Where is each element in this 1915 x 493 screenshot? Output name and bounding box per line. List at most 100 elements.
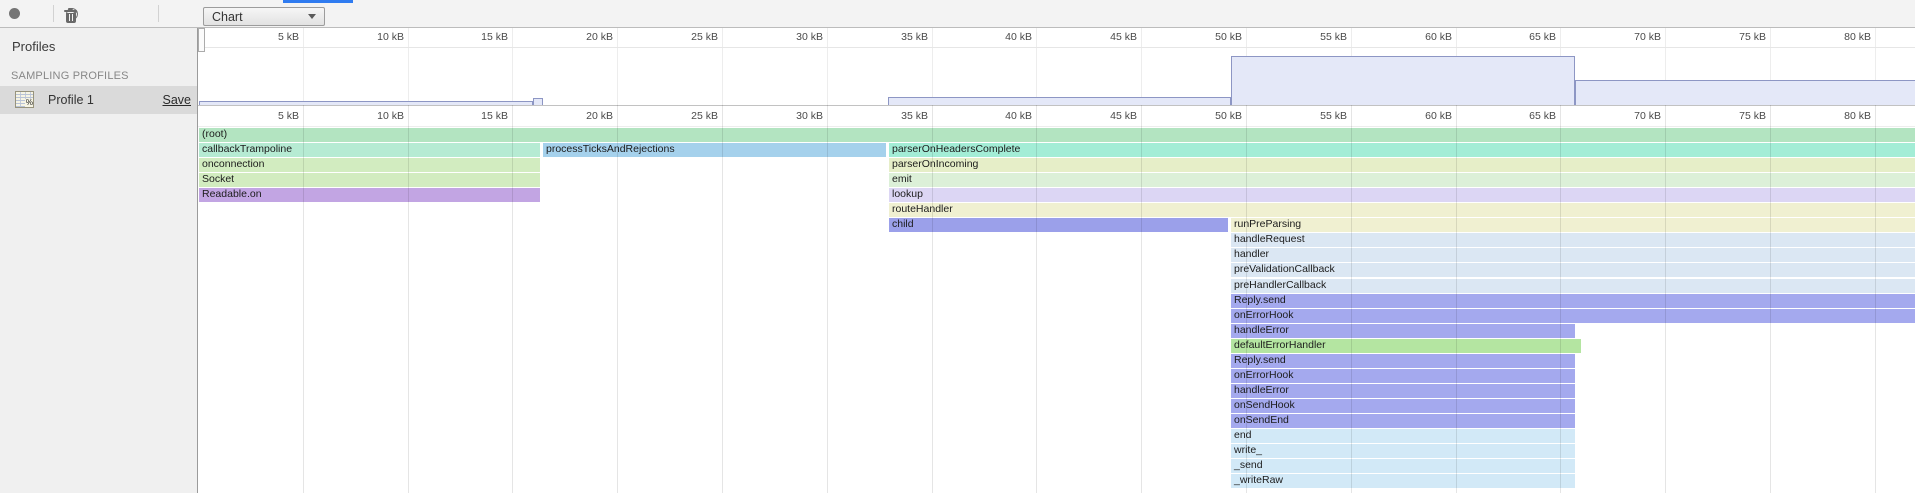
flame-bar[interactable]: routeHandler [889,203,1915,217]
flame-bar[interactable]: handler [1231,248,1915,262]
flame-bar-label: parserOnIncoming [892,158,978,170]
flame-bar[interactable]: onErrorHook [1231,309,1915,323]
flame-bar-label: handler [1234,248,1269,260]
gridline [722,28,723,105]
flame-bar-label: parserOnHeadersComplete [892,143,1020,155]
flame-bar-label: processTicksAndRejections [546,143,675,155]
ruler-tick-label: 65 kB [1496,110,1556,123]
flame-bar-label: _writeRaw [1234,474,1283,486]
flame-bar[interactable]: runPreParsing [1231,218,1915,232]
flame-bar-label: (root) [202,128,227,140]
ruler-tick-label: 20 kB [553,31,613,44]
ruler-tick-label: 5 kB [239,31,299,44]
ruler-tick-label: 25 kB [658,110,718,123]
flame-bar[interactable]: Readable.on [199,188,540,202]
profile-document-icon: % [15,91,34,108]
flame-bar-label: Reply.send [1234,294,1286,306]
flame-bar[interactable]: _send [1231,459,1575,473]
profile-name: Profile 1 [48,93,94,107]
ruler-tick-label: 30 kB [763,110,823,123]
gridline [932,28,933,105]
ruler-tick-label: 75 kB [1706,110,1766,123]
sidebar-title: Profiles [12,39,55,54]
flame-bar[interactable]: preHandlerCallback [1231,279,1915,293]
record-heap-profile-button[interactable] [9,8,20,19]
flame-bar[interactable]: parserOnIncoming [889,158,1915,172]
flame-bar-label: preValidationCallback [1234,263,1335,275]
flame-bar[interactable]: child [889,218,1228,232]
flame-bar-label: _send [1234,459,1263,471]
active-tab-indicator [283,0,353,3]
flame-bar[interactable]: write_ [1231,444,1575,458]
flame-bar-label: end [1234,429,1252,441]
flame-bar[interactable]: preValidationCallback [1231,263,1915,277]
toolbar-separator [53,5,54,22]
flame-bar-label: Readable.on [202,188,262,200]
gridline [408,28,409,105]
flame-bar[interactable]: lookup [889,188,1915,202]
ruler-tick-label: 50 kB [1182,110,1242,123]
ruler-tick-label: 70 kB [1601,110,1661,123]
profiles-sidebar: Profiles SAMPLING PROFILES % Profile 1 S… [0,27,198,493]
flame-bar[interactable]: handleError [1231,384,1575,398]
flame-bar[interactable]: onSendEnd [1231,414,1575,428]
toolbar-separator [158,5,159,22]
flame-bar[interactable]: emit [889,173,1915,187]
flame-bar[interactable]: onconnection [199,158,540,172]
flame-bar-label: callbackTrampoline [202,143,292,155]
flame-bar-label: runPreParsing [1234,218,1301,230]
ruler-tick-label: 50 kB [1182,31,1242,44]
ruler-tick-label: 45 kB [1077,110,1137,123]
flame-bar[interactable]: onSendHook [1231,399,1575,413]
flame-bar[interactable]: Reply.send [1231,294,1915,308]
flame-bar[interactable]: defaultErrorHandler [1231,339,1581,353]
overview-left-handle[interactable] [198,28,205,52]
flame-bar-label: preHandlerCallback [1234,279,1326,291]
flame-bar[interactable]: handleError [1231,324,1575,338]
save-profile-link[interactable]: Save [163,93,192,107]
ruler-tick-label: 70 kB [1601,31,1661,44]
flame-ruler-divider [197,126,1915,127]
flame-bar[interactable]: callbackTrampoline [199,143,540,157]
ruler-tick-label: 25 kB [658,31,718,44]
ruler-tick-label: 40 kB [972,31,1032,44]
ruler-tick-label: 10 kB [344,31,404,44]
profiler-toolbar: Chart [0,0,1915,28]
gridline [512,28,513,105]
flame-bar-label: handleRequest [1234,233,1305,245]
flame-bar-label: onSendEnd [1234,414,1289,426]
ruler-tick-label: 20 kB [553,110,613,123]
flame-bar-label: write_ [1234,444,1262,456]
flame-bar[interactable]: _writeRaw [1231,474,1575,488]
flame-bar[interactable]: Socket [199,173,540,187]
sampling-profiles-header: SAMPLING PROFILES [11,70,129,82]
flame-bar[interactable]: processTicksAndRejections [543,143,886,157]
flame-bar-label: handleError [1234,384,1289,396]
flame-bar-label: emit [892,173,912,185]
flame-bar[interactable]: parserOnHeadersComplete [889,143,1915,157]
sidebar-item-profile-1[interactable]: % Profile 1 Save [0,86,197,114]
ruler-tick-label: 75 kB [1706,31,1766,44]
overview-ruler-divider [197,47,1915,48]
gridline [617,28,618,105]
overview-step [1231,56,1575,106]
flame-bar-label: onconnection [202,158,264,170]
gridline [827,105,828,493]
gridline [722,105,723,493]
flame-bar[interactable]: (root) [199,128,1915,142]
flame-bar[interactable]: end [1231,429,1575,443]
flame-bar-label: handleError [1234,324,1289,336]
ruler-tick-label: 10 kB [344,110,404,123]
flame-bar[interactable]: Reply.send [1231,354,1575,368]
clear-profiles-button[interactable] [33,8,46,21]
view-mode-value: Chart [212,10,243,24]
view-mode-select[interactable]: Chart [203,7,325,26]
ruler-tick-label: 30 kB [763,31,823,44]
gridline [827,28,828,105]
flame-bar-label: routeHandler [892,203,953,215]
flame-bar[interactable]: handleRequest [1231,233,1915,247]
flame-bar[interactable]: onErrorHook [1231,369,1575,383]
delete-profile-button[interactable] [64,8,77,23]
ruler-tick-label: 5 kB [239,110,299,123]
flame-bar-label: Socket [202,173,234,185]
